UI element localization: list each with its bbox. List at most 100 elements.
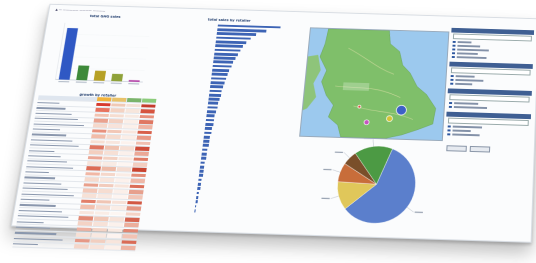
checkbox-icon[interactable] (450, 74, 454, 78)
table-cell (82, 193, 97, 199)
hbar-36 (198, 174, 203, 178)
pie-label-0 (414, 211, 423, 214)
table-cell (108, 118, 124, 123)
bar-label-1 (76, 81, 88, 84)
table-cell (106, 134, 121, 139)
checkbox-icon[interactable] (450, 78, 454, 82)
checkbox-icon[interactable] (451, 55, 455, 59)
table-cell (99, 177, 115, 183)
hbar-chart-body (149, 22, 283, 215)
table-cell (105, 245, 120, 250)
checkbox-icon[interactable] (452, 44, 456, 47)
breadcrumb: ▲ — ————— ———— ———— (55, 7, 106, 13)
hbar-34 (199, 165, 205, 169)
map-region-label-bg (342, 82, 370, 91)
table-cell (126, 200, 142, 205)
table-row-text-line (32, 128, 61, 131)
hbar-42 (195, 200, 198, 204)
table-cell (131, 168, 147, 173)
table-cell (116, 167, 132, 172)
table-cell (134, 146, 150, 151)
map-svg (300, 28, 449, 140)
table-cell (77, 227, 92, 232)
table-cell (125, 108, 140, 113)
table-row-text-line (31, 133, 67, 136)
table-cell (119, 146, 135, 151)
table-cell (112, 194, 128, 199)
table-cell (130, 173, 146, 178)
checkbox-icon[interactable] (447, 129, 451, 132)
table-row-text-line (20, 198, 50, 201)
map-bubble-3[interactable] (358, 105, 361, 108)
table-cell (138, 119, 153, 124)
sidebar-filter-label-line (457, 41, 471, 43)
table-cell (125, 211, 141, 217)
table-cell (96, 199, 112, 205)
map-bubble-2[interactable] (364, 120, 369, 125)
hbar-22 (206, 114, 215, 118)
table-row-text-line (25, 171, 49, 174)
table-cell (122, 228, 138, 233)
checkbox-icon[interactable] (447, 125, 451, 128)
checkbox-icon[interactable] (452, 40, 456, 44)
table-cell (107, 228, 123, 233)
checkbox-icon[interactable] (451, 52, 455, 55)
checkbox-icon[interactable] (450, 82, 453, 85)
table-header-cell[interactable] (126, 98, 142, 103)
table-cell (132, 162, 147, 167)
pie-label-3 (334, 151, 344, 154)
table-cell (113, 189, 128, 194)
hbar-26 (204, 131, 212, 135)
sidebar-apply-button[interactable] (469, 145, 491, 153)
table-cell (101, 167, 117, 172)
dashboard-sheet: ▲ — ————— ———— ———— total GHG sales grow… (10, 3, 536, 252)
table-cell (137, 125, 153, 130)
table-header-cell[interactable] (112, 97, 127, 102)
table-cell (94, 118, 109, 123)
table-cell (114, 178, 130, 183)
table-row-text-line (24, 176, 56, 179)
table-header-cell[interactable] (141, 98, 156, 103)
sidebar-apply-button[interactable] (446, 145, 467, 152)
table-row-text-line (23, 182, 62, 185)
table-row-text-line (29, 149, 55, 152)
table-row-text-line (33, 123, 85, 126)
map-bubble-0[interactable] (396, 105, 407, 115)
map-title (311, 21, 448, 25)
table-body (12, 95, 157, 252)
table-row-text-line (36, 107, 66, 110)
sidebar-filter-label-line (451, 129, 471, 132)
hbar-23 (205, 118, 215, 122)
table-cell (87, 161, 102, 166)
table-row-text-line (13, 237, 63, 241)
table-cell (75, 238, 91, 243)
checkbox-icon[interactable] (448, 105, 452, 109)
checkbox-icon[interactable] (449, 101, 452, 105)
table-cell (80, 204, 96, 210)
table-row-text-line (35, 112, 72, 115)
table-cell (124, 217, 140, 222)
checkbox-icon[interactable] (447, 133, 450, 136)
hbar-43 (194, 204, 197, 208)
screenshot-stage: ▲ — ————— ———— ———— total GHG sales grow… (0, 0, 536, 263)
table-cell (115, 172, 131, 178)
table-cell (111, 103, 126, 108)
table-cell (76, 232, 91, 238)
hbar-30 (202, 148, 208, 152)
checkbox-icon[interactable] (452, 48, 455, 51)
hbar-39 (197, 187, 201, 191)
map-bubble-1[interactable] (386, 116, 392, 122)
table-cell (104, 150, 119, 155)
pie-chart-panel (311, 137, 441, 232)
table-cell (94, 216, 109, 221)
table-row-text-line (37, 102, 60, 104)
table-header-cell[interactable] (97, 97, 112, 102)
table-cell (111, 200, 127, 205)
table-row-text-line (21, 193, 74, 197)
table-row-text-line (14, 232, 57, 235)
map-canvas[interactable] (299, 27, 450, 142)
table-cell (105, 239, 121, 244)
table-cell (94, 113, 110, 118)
table-row-text-line (27, 160, 67, 163)
hbar-32 (200, 156, 207, 160)
